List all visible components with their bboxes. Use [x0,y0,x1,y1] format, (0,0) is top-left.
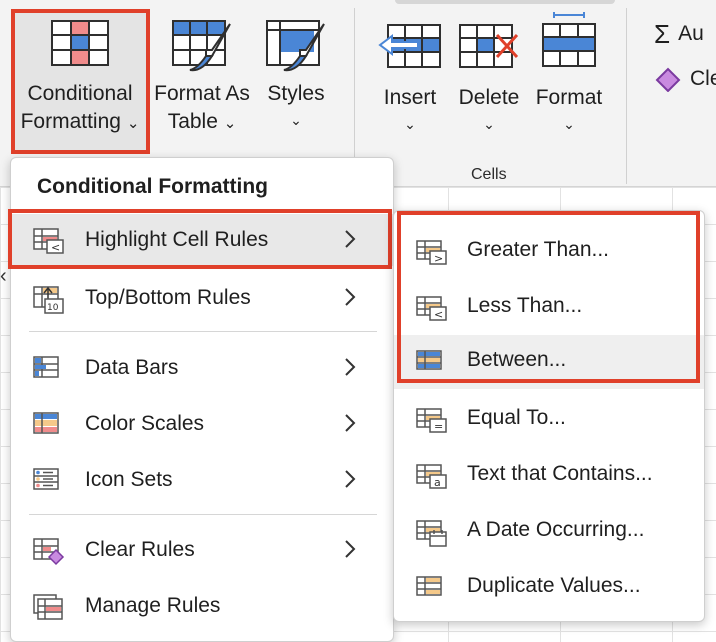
menu-item-icon-sets[interactable]: Icon Sets [11,454,393,506]
highlight-cell-rules-highlight [8,209,392,269]
eraser-icon [655,67,681,92]
menu-item-clear-rules[interactable]: Clear Rules [11,524,393,576]
chevron-right-icon [345,470,356,488]
menu-item-label: Manage Rules [85,594,221,617]
autosum-label: Au [678,22,704,45]
format-button[interactable]: Format ⌄ [532,12,606,132]
ribbon-separator [626,8,627,184]
chevron-down-icon: ⌄ [223,115,237,132]
submenu-item-label: Text that Contains... [467,462,653,485]
menu-item-label: Color Scales [85,412,205,435]
clear-button[interactable]: Cle [654,66,716,92]
menu-item-data-bars[interactable]: Data Bars [11,342,393,394]
chevron-right-icon [345,288,356,306]
date-occurring-icon [416,520,447,547]
format-as-table-label-2-text: Table [167,110,218,133]
cells-group-label: Cells [471,166,507,183]
styles-label: Styles [267,82,325,105]
insert-cells-icon [378,24,441,68]
menu-separator [29,514,377,515]
autosum-button[interactable]: Σ Au [654,20,704,48]
ribbon-top-strip [395,0,615,4]
conditional-formatting-label-2-text: Formatting [20,110,121,133]
delete-cells-icon [459,24,519,68]
chevron-down-icon: ⌄ [483,116,495,132]
submenu-item-label: Duplicate Values... [467,574,641,597]
conditional-formatting-label-2: Formatting ⌄ [16,108,144,138]
delete-label: Delete [458,86,520,109]
conditional-formatting-label-1: Conditional [27,82,133,105]
menu-item-label: Icon Sets [85,468,173,491]
insert-button[interactable]: Insert ⌄ [374,24,446,132]
conditional-formatting-button[interactable]: Conditional Formatting ⌄ [16,20,144,138]
format-as-table-icon [172,20,231,72]
menu-item-label: Data Bars [85,356,179,379]
cell-styles-icon [266,20,325,72]
format-as-table-label-1: Format As [154,82,250,105]
submenu-item-label: A Date Occurring... [467,518,645,541]
icon-sets-icon [33,468,59,490]
delete-button[interactable]: Delete ⌄ [454,24,524,132]
submenu-item-duplicate-values[interactable]: Duplicate Values... [394,561,704,615]
menu-item-label: Clear Rules [85,538,195,561]
submenu-top-items-highlight [397,211,700,383]
sigma-icon: Σ [654,19,671,49]
submenu-item-label: Equal To... [467,406,566,429]
insert-label: Insert [383,86,437,109]
color-scales-icon [33,412,59,434]
svg-text:10: 10 [47,303,59,313]
menu-item-color-scales[interactable]: Color Scales [11,398,393,450]
equal-to-icon: = [416,408,447,433]
submenu-item-date-occurring[interactable]: A Date Occurring... [394,505,704,559]
menu-item-manage-rules[interactable]: Manage Rules [11,580,393,632]
ribbon-separator [354,8,355,176]
format-cells-icon [542,12,596,67]
menu-item-label: Top/Bottom Rules [85,286,251,309]
chevron-down-icon: ⌄ [563,116,575,132]
text-contains-icon: a [416,464,447,489]
format-label: Format [535,86,603,109]
styles-button[interactable]: Styles ⌄ [262,20,330,128]
chevron-down-icon: ⌄ [404,116,416,132]
chevron-right-icon [345,540,356,558]
top-bottom-rules-icon: 10 [33,286,64,314]
menu-item-top-bottom-rules[interactable]: 10 Top/Bottom Rules [11,272,393,324]
conditional-formatting-icon [51,20,109,66]
menu-separator [29,331,377,332]
clear-rules-icon [33,538,65,566]
submenu-item-text-contains[interactable]: a Text that Contains... [394,449,704,503]
chevron-right-icon [345,358,356,376]
format-as-table-button[interactable]: Format As Table ⌄ [152,20,252,138]
duplicate-values-icon [416,576,442,596]
chevron-right-icon [345,414,356,432]
manage-rules-icon [33,594,63,620]
clear-label: Cle [690,67,716,90]
chevron-left-icon: ‹ [0,265,7,287]
menu-title: Conditional Formatting [37,175,268,198]
chevron-down-icon: ⌄ [290,112,302,128]
data-bars-icon [33,356,59,378]
chevron-down-icon: ⌄ [126,115,140,132]
submenu-item-equal-to[interactable]: = Equal To... [394,393,704,447]
svg-text:a: a [434,476,441,489]
format-as-table-label-2: Table ⌄ [152,108,252,138]
svg-text:=: = [434,420,443,433]
